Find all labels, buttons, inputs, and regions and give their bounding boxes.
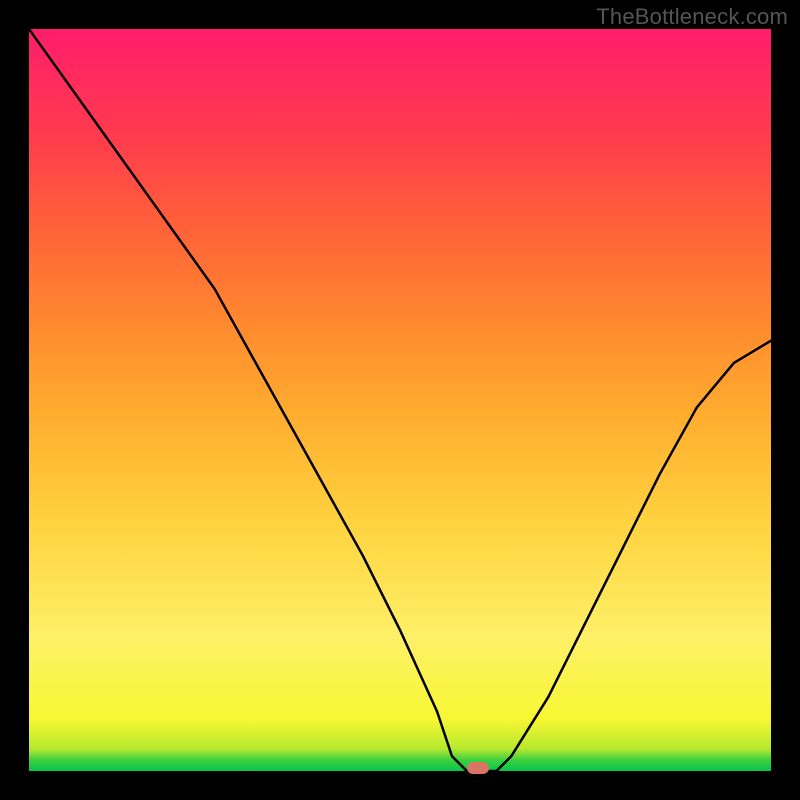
chart-frame: TheBottleneck.com [0,0,800,800]
optimal-point-marker [467,762,489,774]
watermark-text: TheBottleneck.com [596,4,788,30]
gradient-plot-area [29,29,771,771]
